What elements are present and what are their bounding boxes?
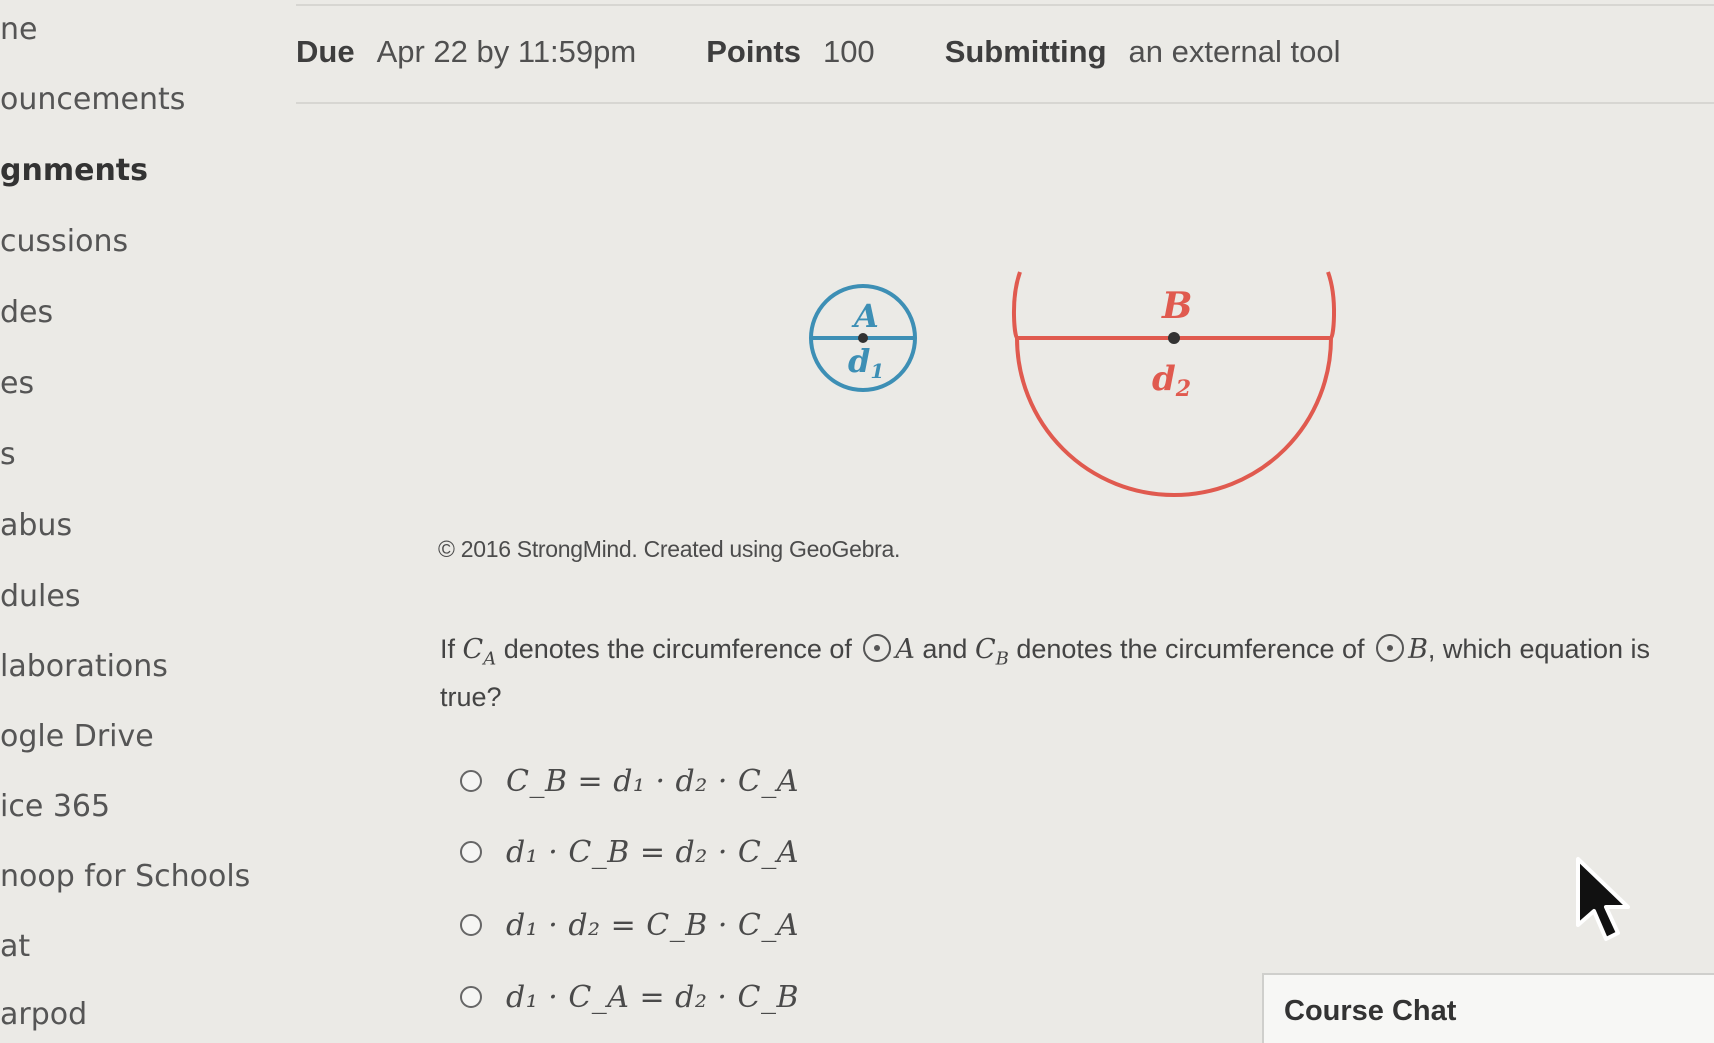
nav-grades[interactable]: des: [0, 295, 53, 330]
answer-option-1[interactable]: C_B = d₁ · d₂ · C_A: [460, 759, 799, 803]
circle-b-arc-right: [1326, 271, 1337, 340]
answer-option-4[interactable]: d₁ · C_A = d₂ · C_B: [460, 975, 799, 1019]
header-divider-top: [296, 4, 1714, 6]
radio-button[interactable]: [460, 770, 482, 792]
label-d1: d1: [848, 342, 884, 383]
nav-office-365[interactable]: ice 365: [0, 789, 110, 824]
due-label: Due: [296, 34, 355, 69]
circle-symbol-icon: [863, 634, 892, 662]
option-text: C_B = d₁ · d₂ · C_A: [506, 763, 800, 799]
header-divider-bottom: [296, 102, 1714, 104]
nav-pages[interactable]: es: [0, 366, 34, 401]
center-b: [1168, 332, 1180, 344]
nav-announcements[interactable]: ouncements: [0, 82, 185, 117]
assignment-details: Due Apr 22 by 11:59pm Points 100 Submitting a…: [296, 34, 1411, 70]
mouse-pointer-icon: [1576, 857, 1630, 941]
answer-option-3[interactable]: d₁ · d₂ = C_B · C_A: [460, 903, 799, 947]
circles-diagram: A d1 B d2: [809, 271, 1337, 497]
figure-caption: © 2016 StrongMind. Created using GeoGebr…: [438, 536, 901, 562]
nav-home[interactable]: ne: [0, 12, 37, 47]
course-navigation: ne ouncements gnments cussions des es s …: [0, 0, 290, 1035]
option-text: d₁ · d₂ = C_B · C_A: [506, 907, 800, 943]
radio-button[interactable]: [460, 841, 482, 863]
points-label: Points: [706, 34, 801, 69]
nav-schoology[interactable]: noop for Schools: [0, 859, 250, 894]
radio-button[interactable]: [460, 914, 482, 936]
points-value: 100: [822, 34, 875, 69]
nav-chat[interactable]: at: [0, 929, 30, 964]
nav-files[interactable]: s: [0, 437, 16, 472]
nav-modules[interactable]: dules: [0, 579, 80, 614]
label-a: A: [851, 297, 879, 335]
nav-discussions[interactable]: cussions: [0, 224, 128, 259]
nav-google-drive[interactable]: ogle Drive: [0, 719, 154, 754]
nav-assignments[interactable]: gnments: [0, 153, 148, 188]
nav-collaborations[interactable]: laborations: [0, 649, 168, 684]
course-chat-button[interactable]: Course Chat: [1262, 973, 1714, 1043]
radio-button[interactable]: [460, 986, 482, 1008]
due-value: Apr 22 by 11:59pm: [376, 34, 637, 69]
circles-figure: A d1 B d2: [790, 260, 1350, 510]
answer-option-2[interactable]: d₁ · C_B = d₂ · C_A: [460, 830, 799, 874]
circle-symbol-icon: [1376, 634, 1405, 662]
circle-b-arc-left: [1011, 271, 1022, 340]
nav-syllabus[interactable]: abus: [0, 508, 72, 543]
label-d2: d2: [1152, 359, 1191, 402]
question-text: If CA denotes the circumference of A and…: [440, 634, 1651, 713]
nav-nearpod[interactable]: arpod: [0, 997, 87, 1032]
option-text: d₁ · C_A = d₂ · C_B: [506, 979, 800, 1015]
submitting-label: Submitting: [944, 34, 1107, 69]
submitting-value: an external tool: [1128, 34, 1341, 69]
option-text: d₁ · C_B = d₂ · C_A: [506, 834, 800, 870]
label-b: B: [1161, 285, 1192, 327]
